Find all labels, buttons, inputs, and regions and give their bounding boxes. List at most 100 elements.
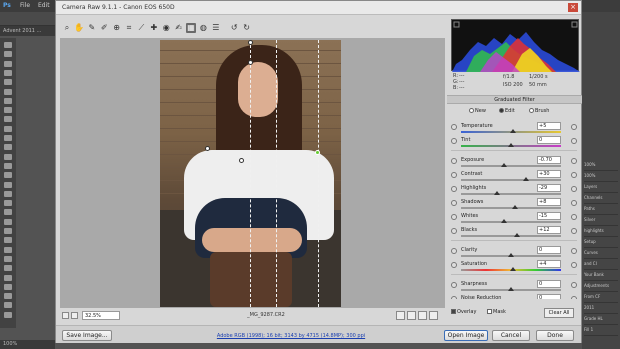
document-tab[interactable]: Advent 2011 ... xyxy=(0,26,55,36)
plus-icon[interactable] xyxy=(571,262,577,268)
filter-pin[interactable] xyxy=(239,158,244,163)
toggle-settings-icon[interactable] xyxy=(429,311,438,320)
mask-toggle[interactable]: Mask xyxy=(487,309,506,315)
slider-value[interactable]: 0 xyxy=(537,136,561,144)
ps-panel-row[interactable]: Setup xyxy=(584,239,618,248)
rotate-right-icon[interactable]: ↻ xyxy=(242,23,252,33)
minus-icon[interactable] xyxy=(451,228,457,234)
slider-thumb[interactable] xyxy=(512,205,518,209)
white-balance-icon[interactable]: ✎ xyxy=(87,23,97,33)
mode-brush[interactable]: Brush xyxy=(529,108,549,114)
slider-value[interactable]: -29 xyxy=(537,184,561,192)
slider-track[interactable] xyxy=(461,193,561,195)
slider-track[interactable] xyxy=(461,165,561,167)
slider-saturation[interactable]: Saturation +4 xyxy=(447,259,582,273)
menu-edit[interactable]: Edit xyxy=(38,2,50,9)
open-image-button[interactable]: Open Image xyxy=(444,330,488,341)
done-button[interactable]: Done xyxy=(536,330,574,341)
radial-filter-icon[interactable]: ◍ xyxy=(198,23,208,33)
copy-settings-icon[interactable] xyxy=(418,311,427,320)
minus-icon[interactable] xyxy=(451,172,457,178)
ps-tool-icon[interactable] xyxy=(4,69,12,76)
slider-thumb[interactable] xyxy=(510,129,516,133)
plus-icon[interactable] xyxy=(571,248,577,254)
slider-blacks[interactable]: Blacks +12 xyxy=(447,225,582,239)
slider-sharpness[interactable]: Sharpness 0 xyxy=(447,279,582,293)
minus-icon[interactable] xyxy=(451,214,457,220)
ps-tool-icon[interactable] xyxy=(4,116,12,123)
slider-highlights[interactable]: Highlights -29 xyxy=(447,183,582,197)
slider-whites[interactable]: Whites -15 xyxy=(447,211,582,225)
ps-tool-icon[interactable] xyxy=(4,255,12,262)
photo-preview[interactable] xyxy=(160,40,341,307)
minus-icon[interactable] xyxy=(451,248,457,254)
plus-icon[interactable] xyxy=(571,282,577,288)
slider-value[interactable]: 0 xyxy=(537,294,561,299)
active-filter-pin[interactable] xyxy=(315,150,320,155)
graduated-filter-guide[interactable] xyxy=(250,40,251,307)
mode-edit[interactable]: Edit xyxy=(499,108,515,114)
ps-tool-icon[interactable] xyxy=(4,293,12,300)
minus-icon[interactable] xyxy=(451,138,457,144)
slider-noise-reduction[interactable]: Noise Reduction 0 xyxy=(447,293,582,299)
slider-exposure[interactable]: Exposure -0.70 xyxy=(447,155,582,169)
plus-icon[interactable] xyxy=(571,158,577,164)
crop-icon[interactable]: ⌗ xyxy=(124,23,134,33)
ps-panel-row[interactable]: Curves xyxy=(584,250,618,259)
color-sampler-icon[interactable]: ✐ xyxy=(99,23,109,33)
slider-thumb[interactable] xyxy=(508,253,514,257)
before-after-icon[interactable] xyxy=(396,311,405,320)
slider-value[interactable]: -0.70 xyxy=(537,156,561,164)
minus-icon[interactable] xyxy=(451,158,457,164)
slider-track[interactable] xyxy=(461,179,561,181)
adjustment-brush-icon[interactable]: ✍ xyxy=(174,23,184,33)
preferences-icon[interactable]: ☰ xyxy=(211,23,221,33)
slider-thumb[interactable] xyxy=(493,191,500,195)
ps-tool-icon[interactable] xyxy=(4,302,12,309)
ps-tool-icon[interactable] xyxy=(4,274,12,281)
slider-thumb[interactable] xyxy=(510,267,516,271)
slider-value[interactable]: +12 xyxy=(537,226,561,234)
graduated-filter-icon[interactable]: ▦ xyxy=(186,23,196,33)
ps-panel-row[interactable]: Paths xyxy=(584,206,618,215)
mode-new[interactable]: New xyxy=(469,108,486,114)
ps-panel-row[interactable]: 100% xyxy=(584,162,618,171)
ps-tool-icon[interactable] xyxy=(4,60,12,67)
minus-icon[interactable] xyxy=(451,124,457,130)
graduated-filter-guide[interactable] xyxy=(318,40,319,307)
ps-tool-icon[interactable] xyxy=(4,51,12,58)
plus-icon[interactable] xyxy=(571,296,577,299)
workflow-options-link[interactable]: Adobe RGB (1998); 16 bit; 3143 by 4715 (… xyxy=(216,333,366,341)
minus-icon[interactable] xyxy=(451,200,457,206)
zoom-in-button[interactable] xyxy=(71,312,78,319)
ps-panel-row[interactable]: Channels xyxy=(584,195,618,204)
ps-panel-row[interactable]: highlights xyxy=(584,228,618,237)
slider-thumb[interactable] xyxy=(523,177,529,181)
graduated-filter-guide[interactable] xyxy=(276,40,277,307)
minus-icon[interactable] xyxy=(451,282,457,288)
slider-track[interactable] xyxy=(461,235,561,237)
minus-icon[interactable] xyxy=(451,296,457,299)
menu-file[interactable]: File xyxy=(20,2,30,9)
save-image-button[interactable]: Save Image... xyxy=(62,330,112,341)
filter-pin[interactable] xyxy=(248,40,253,45)
red-eye-icon[interactable]: ◉ xyxy=(161,23,171,33)
straighten-icon[interactable]: ⟋ xyxy=(136,23,146,33)
target-adjust-icon[interactable]: ⊕ xyxy=(112,23,122,33)
slider-contrast[interactable]: Contrast +30 xyxy=(447,169,582,183)
slider-thumb[interactable] xyxy=(508,287,514,291)
plus-icon[interactable] xyxy=(571,214,577,220)
clear-all-button[interactable]: Clear All xyxy=(544,308,574,318)
slider-value[interactable]: +4 xyxy=(537,260,561,268)
ps-tool-icon[interactable] xyxy=(4,246,12,253)
slider-thumb[interactable] xyxy=(500,219,507,223)
zoom-level-select[interactable]: 32.5% xyxy=(82,311,120,320)
overlay-toggle[interactable]: Overlay xyxy=(451,309,476,315)
ps-panel-row[interactable]: Your Bank xyxy=(584,272,618,281)
ps-tool-icon[interactable] xyxy=(4,144,12,151)
ps-panel-row[interactable]: Fill 1 xyxy=(584,327,618,336)
ps-panel-row[interactable]: 2011 xyxy=(584,305,618,314)
slider-track[interactable] xyxy=(461,221,561,223)
spot-removal-icon[interactable]: ✚ xyxy=(149,23,159,33)
filter-pin[interactable] xyxy=(205,146,210,151)
